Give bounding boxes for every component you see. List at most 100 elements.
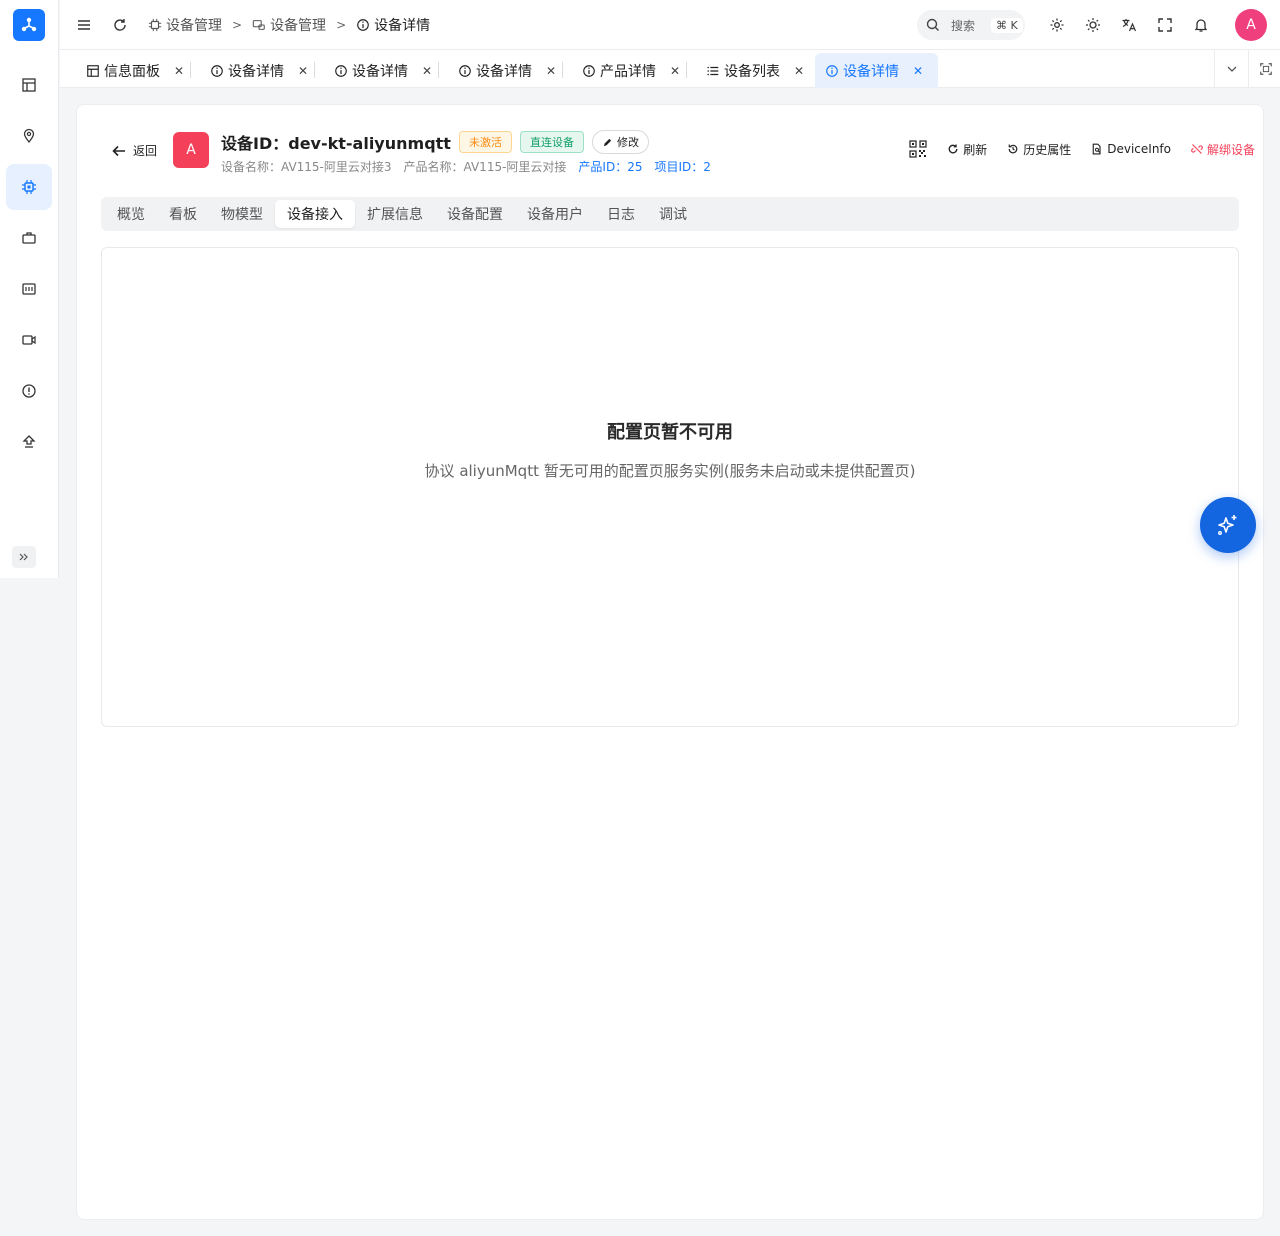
close-icon[interactable]: ✕ <box>298 64 308 78</box>
bell-icon <box>1194 19 1208 32</box>
unbind-label: 解绑设备 <box>1206 142 1255 157</box>
device-actions: 刷新 历史属性 DeviceInfo 解绑设备 <box>889 140 1255 158</box>
refresh-label: 刷新 <box>963 142 988 157</box>
close-icon[interactable]: ✕ <box>794 64 804 78</box>
history-icon <box>1008 144 1018 154</box>
sidebar-item-video[interactable] <box>6 317 52 363</box>
info-icon <box>335 64 347 77</box>
detail-tab-board[interactable]: 看板 <box>157 200 209 228</box>
hamburger-icon <box>78 20 90 30</box>
tab-product-detail[interactable]: 产品详情 ✕ <box>572 53 690 88</box>
sidebar-item-monitor[interactable] <box>6 266 52 312</box>
notifications-button[interactable] <box>1190 14 1212 36</box>
sidebar-item-dashboard[interactable] <box>6 62 52 108</box>
qr-code-button[interactable] <box>909 140 927 158</box>
device-meta: 设备名称：AV115-阿里云对接3 产品名称：AV115-阿里云对接 产品ID：… <box>221 158 711 175</box>
close-icon[interactable]: ✕ <box>913 64 923 78</box>
fullscreen-button[interactable] <box>1154 14 1176 36</box>
close-icon[interactable]: ✕ <box>670 64 680 78</box>
chevron-down-icon <box>1227 66 1236 72</box>
close-icon[interactable]: ✕ <box>422 64 432 78</box>
config-panel: 配置页暂不可用 协议 aliyunMqtt 暂无可用的配置页服务实例(服务未启动… <box>101 247 1239 727</box>
info-icon <box>459 64 471 77</box>
tab-label: 设备列表 <box>724 63 780 80</box>
language-button[interactable] <box>1118 14 1140 36</box>
tab-device-detail-active[interactable]: 设备详情 ✕ <box>815 53 938 88</box>
info-icon <box>826 64 838 77</box>
device-info-button[interactable]: DeviceInfo <box>1091 142 1171 156</box>
chevron-right-icon: > <box>336 18 347 32</box>
sidebar-item-products[interactable] <box>6 215 52 261</box>
tab-divider <box>438 62 439 78</box>
tab-divider <box>562 62 563 78</box>
status-badge: 未激活 <box>458 131 512 153</box>
sun-icon <box>1086 18 1100 32</box>
translate-icon <box>1122 19 1137 32</box>
device-title: 设备ID：dev-kt-aliyunmqtt <box>221 134 451 153</box>
detail-tab-overview[interactable]: 概览 <box>105 200 157 228</box>
close-icon[interactable]: ✕ <box>546 64 556 78</box>
ai-assistant-button[interactable] <box>1200 497 1256 553</box>
list-icon <box>707 66 719 75</box>
tabs-maximize-button[interactable] <box>1248 50 1280 88</box>
breadcrumb-label: 设备管理 <box>166 18 222 34</box>
user-avatar[interactable]: A <box>1235 9 1267 41</box>
tab-dashboard[interactable]: 信息面板 ✕ <box>76 53 194 88</box>
detail-tab-config[interactable]: 设备配置 <box>435 200 515 228</box>
gear-icon <box>1050 18 1064 32</box>
info-icon <box>211 64 223 77</box>
chip-icon <box>22 180 36 194</box>
device-type-badge: 直连设备 <box>519 131 584 153</box>
sidebar-expand-button[interactable] <box>12 546 36 568</box>
detail-tab-logs[interactable]: 日志 <box>595 200 647 228</box>
tab-label: 设备详情 <box>352 63 408 80</box>
tab-device-detail[interactable]: 设备详情 ✕ <box>448 53 566 88</box>
detail-tab-extended-info[interactable]: 扩展信息 <box>355 200 435 228</box>
close-icon[interactable]: ✕ <box>174 64 184 78</box>
project-id-link[interactable]: 项目ID：2 <box>654 158 710 175</box>
menu-toggle-button[interactable] <box>73 14 95 36</box>
tab-divider <box>686 62 687 78</box>
device-info-label: DeviceInfo <box>1107 142 1171 156</box>
product-id-link[interactable]: 产品ID：25 <box>578 158 642 175</box>
sidebar-item-upgrade[interactable] <box>6 419 52 465</box>
tabs-dropdown-button[interactable] <box>1214 50 1248 88</box>
back-button[interactable]: 返回 <box>111 142 157 159</box>
tab-label: 信息面板 <box>104 63 160 80</box>
refresh-button[interactable]: 刷新 <box>947 141 987 158</box>
detail-tab-users[interactable]: 设备用户 <box>515 200 595 228</box>
upgrade-icon <box>22 435 36 448</box>
breadcrumb-label: 设备管理 <box>270 18 327 34</box>
map-pin-icon <box>23 128 35 144</box>
search-button[interactable]: 搜索 ⌘ K <box>917 10 1025 40</box>
history-properties-button[interactable]: 历史属性 <box>1007 141 1071 158</box>
settings-button[interactable] <box>1046 14 1068 36</box>
tab-device-detail[interactable]: 设备详情 ✕ <box>200 53 318 88</box>
edit-button[interactable]: 修改 <box>591 130 649 154</box>
detail-tab-access[interactable]: 设备接入 <box>275 200 355 228</box>
detail-tab-debug[interactable]: 调试 <box>647 200 699 228</box>
device-title-row: 设备ID：dev-kt-aliyunmqtt 未激活 直连设备 修改 <box>221 130 649 154</box>
tab-label: 产品详情 <box>600 63 656 80</box>
pencil-icon <box>603 138 612 146</box>
detail-tab-thing-model[interactable]: 物模型 <box>209 200 275 228</box>
arrow-left-icon <box>112 145 125 156</box>
breadcrumb-item: 设备详情 <box>356 15 430 35</box>
device-name-meta: 设备名称：AV115-阿里云对接3 <box>221 160 392 174</box>
app-logo[interactable] <box>13 9 45 41</box>
tab-device-detail[interactable]: 设备详情 ✕ <box>324 53 442 88</box>
unlink-icon <box>1191 144 1203 154</box>
tab-label: 设备详情 <box>228 63 284 80</box>
tab-device-list[interactable]: 设备列表 ✕ <box>696 53 814 88</box>
breadcrumb-item[interactable]: 设备管理 <box>252 15 326 35</box>
sidebar-item-map[interactable] <box>6 113 52 159</box>
device-detail-card: 返回 A 设备ID：dev-kt-aliyunmqtt 未激活 直连设备 修改 … <box>76 104 1264 1220</box>
breadcrumb: 设备管理 > 设备管理 > 设备详情 <box>148 0 430 50</box>
breadcrumb-item[interactable]: 设备管理 <box>148 15 222 35</box>
sidebar-item-devices[interactable] <box>6 164 52 210</box>
document-search-icon <box>1092 143 1101 155</box>
sidebar-item-alerts[interactable] <box>6 368 52 414</box>
theme-toggle-button[interactable] <box>1082 14 1104 36</box>
unbind-device-button[interactable]: 解绑设备 <box>1191 141 1255 158</box>
reload-button[interactable] <box>109 14 131 36</box>
